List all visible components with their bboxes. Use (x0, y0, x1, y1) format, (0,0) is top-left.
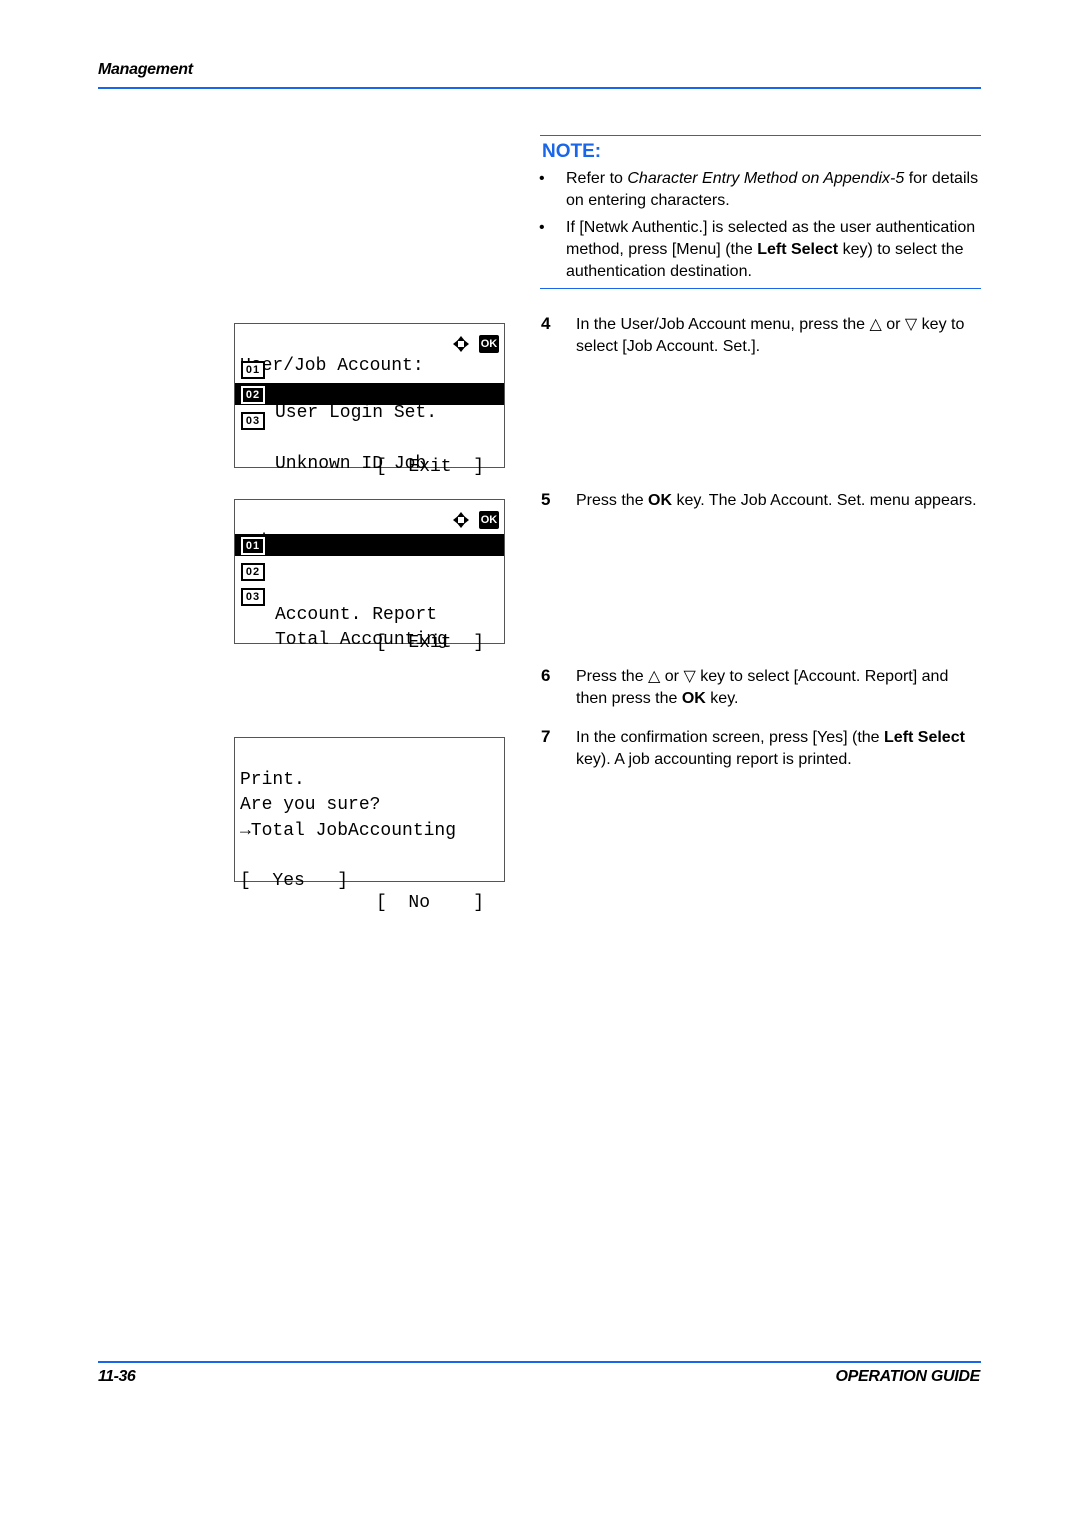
ok-icon: OK (479, 511, 499, 529)
number-02-icon: 02 (241, 563, 265, 581)
menu-item-user-login-set[interactable]: 01 User Login Set. (235, 358, 504, 423)
ok-icon: OK (479, 335, 499, 353)
step-text: In the User/Job Account menu, press the … (576, 316, 965, 355)
four-way-arrow-icon (453, 512, 469, 528)
menu-item-job-accounting[interactable]: 01 Job Accounting (235, 534, 504, 599)
number-03-icon: 03 (241, 412, 265, 430)
note-bottom-divider (540, 288, 981, 289)
bullet: • (539, 219, 545, 236)
no-softkey[interactable]: [ No ] (376, 892, 484, 914)
menu-item-job-account-set[interactable]: 02 Job Account.Set. (235, 383, 504, 448)
section-title: Management (98, 61, 193, 78)
number-01-icon: 01 (241, 361, 265, 379)
exit-softkey[interactable]: [ Exit ] (376, 456, 484, 478)
four-way-arrow-icon (453, 336, 469, 352)
softkey-row: [ Yes ] [ No ] (235, 848, 504, 913)
step-number: 4 (541, 314, 551, 333)
step-text: Press the △ or ▽ key to select [Account.… (576, 668, 949, 707)
exit-softkey[interactable]: [ Exit ] (376, 632, 484, 654)
step-text: Press the OK key. The Job Account. Set. … (576, 492, 977, 509)
note-heading: NOTE: (542, 141, 602, 162)
lcd-job-account-set: Job Account.Set: OK 01 Job Accounting 02… (234, 499, 505, 653)
step-number: 7 (541, 727, 551, 746)
softkey-row: [ Exit ] (235, 610, 504, 653)
yes-softkey[interactable]: [ Yes ] (240, 870, 348, 892)
page-number: 11-36 (98, 1368, 136, 1385)
bullet: • (539, 170, 545, 187)
lcd-user-job-account: User/Job Account: OK 01 User Login Set. … (234, 323, 505, 477)
guide-title: OPERATION GUIDE (835, 1368, 980, 1385)
lcd-line-print: Print. (240, 770, 305, 790)
number-03-icon: 03 (241, 588, 265, 606)
note-item-2: If [Netwk Authentic.] is selected as the… (566, 219, 976, 280)
note-item-1: Refer to Character Entry Method on Appen… (566, 170, 979, 209)
number-02-icon: 02 (240, 385, 266, 405)
step-number: 6 (541, 666, 551, 685)
note-top-divider (540, 135, 981, 136)
menu-item-unknown-id-job[interactable]: 03 Unknown ID Job (235, 409, 504, 474)
lcd-print-confirmation: Print. Are you sure? →Total JobAccountin… (234, 737, 505, 913)
step-text: In the confirmation screen, press [Yes] … (576, 729, 965, 768)
number-01-icon: 01 (240, 536, 266, 556)
appendix-reference: Character Entry Method on Appendix-5 (627, 170, 905, 187)
menu-item-total-accounting[interactable]: 03 Total Accounting (235, 585, 504, 650)
step-number: 5 (541, 490, 551, 509)
menu-item-account-report[interactable]: 02 Account. Report (235, 560, 504, 625)
lcd-line-confirm: Are you sure? (240, 795, 381, 815)
lcd-line-target: →Total JobAccounting (240, 821, 457, 841)
footer-divider (98, 1361, 981, 1363)
header-divider (98, 87, 981, 89)
softkey-row: [ Exit ] (235, 434, 504, 477)
